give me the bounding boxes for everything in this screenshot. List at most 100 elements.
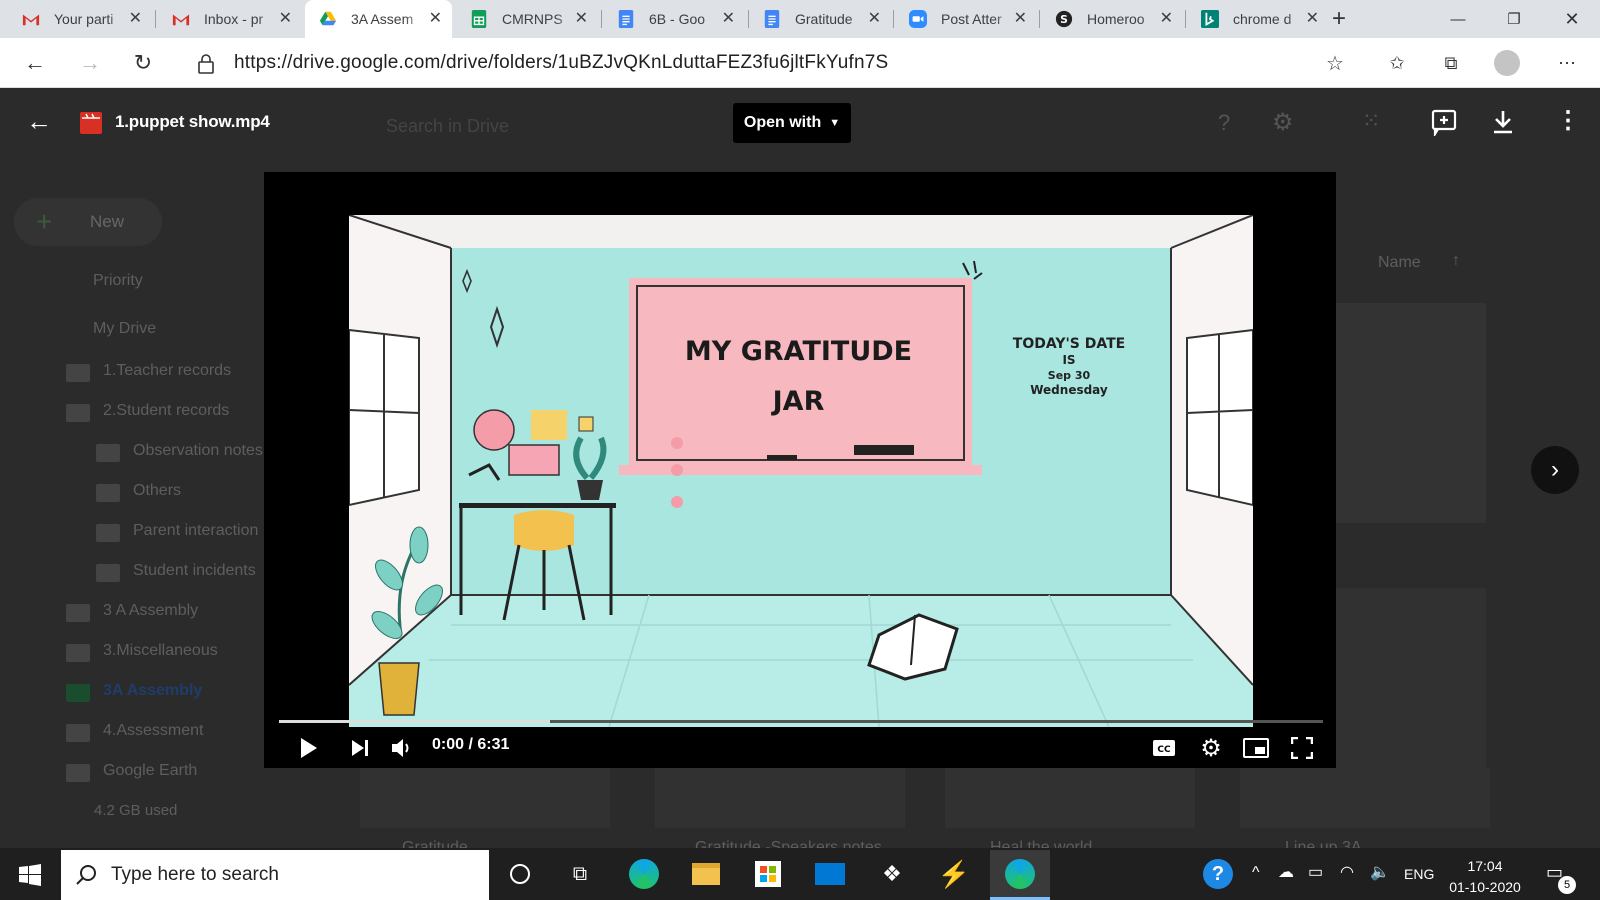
sidebar-item-teacher-records[interactable]: 1.Teacher records [103,362,231,380]
browser-tab[interactable]: Your parti ✕ [8,0,152,38]
tab-label: Gratitude [795,11,853,27]
sidebar-item-3a-assembly-shared[interactable]: 3 A Assembly [103,602,198,620]
close-tab-icon[interactable]: ✕ [722,10,735,28]
browser-tab[interactable]: Inbox - pr ✕ [158,0,302,38]
browser-tab[interactable]: Post Atter ✕ [895,0,1037,38]
profile-avatar[interactable] [1492,48,1522,78]
sidebar-item-assessment[interactable]: 4.Assessment [103,722,203,740]
browser-tab[interactable]: CMRNPS ✕ [456,0,598,38]
new-tab-button[interactable]: + [1320,0,1358,38]
close-tab-icon[interactable]: ✕ [1160,10,1173,28]
sidebar-item-3a-assembly[interactable]: 3A Assembly [103,682,202,700]
video-file-icon [80,112,102,134]
forward-arrow-icon[interactable]: → [75,48,105,78]
settings-gear-icon[interactable]: ⚙ [1196,733,1226,763]
sidebar-item-others[interactable]: Others [133,482,181,500]
dropbox-icon[interactable]: ❖ [874,856,910,892]
sidebar-item-student-incidents[interactable]: Student incidents [133,562,256,580]
sidebar-item-student-records[interactable]: 2.Student records [103,402,229,420]
clock-time: 17:04 [1467,858,1503,874]
browser-tab[interactable]: S Homeroo ✕ [1041,0,1183,38]
file-explorer-icon[interactable] [688,856,724,892]
collections-icon[interactable]: ⧉ [1436,48,1466,78]
tab-label: 3A Assem [351,11,414,27]
favorites-icon[interactable]: ✩ [1382,48,1412,78]
file-preview [1336,303,1486,523]
date-is: IS [1062,353,1076,367]
tab-label: 6B - Goo [649,11,706,27]
browser-tab[interactable]: chrome d ✕ [1187,0,1329,38]
sidebar-item-my-drive[interactable]: My Drive [93,320,156,338]
tab-label: Post Atter [941,11,1002,27]
onedrive-icon[interactable]: ☁ [1278,862,1294,882]
download-icon[interactable] [1490,108,1516,136]
sidebar-item-google-earth[interactable]: Google Earth [103,762,197,780]
windows-start-icon[interactable] [19,864,41,886]
captions-icon[interactable]: CC [1150,734,1178,762]
cortana-icon[interactable] [502,856,538,892]
new-button[interactable]: + New [14,198,162,246]
fullscreen-icon[interactable] [1288,734,1316,762]
sidebar-item-parent-interaction[interactable]: Parent interaction [133,522,258,540]
caret-down-icon: ▼ [829,117,841,129]
speaker-icon[interactable]: 🔈 [1370,862,1390,882]
gmail-icon [22,14,40,26]
language-indicator[interactable]: ENG [1404,866,1434,882]
arrow-up-icon[interactable]: ↑ [1452,252,1460,270]
more-menu-icon[interactable]: ⋯ [1552,48,1582,78]
browser-tab[interactable]: Gratitude ✕ [749,0,891,38]
tab-label: chrome d [1233,11,1292,27]
browser-tab-active[interactable]: 3A Assem ✕ [305,0,452,38]
next-file-arrow-icon[interactable]: › [1531,446,1579,494]
mail-icon[interactable] [812,856,848,892]
sidebar-item-miscellaneous[interactable]: 3.Miscellaneous [103,642,218,660]
url-field[interactable]: https://drive.google.com/drive/folders/1… [180,44,1360,82]
taskbar-search-box[interactable]: Type here to search [61,850,489,900]
gmail-icon [172,14,190,26]
close-tab-icon[interactable]: ✕ [1306,10,1319,28]
task-view-icon[interactable]: ⧉ [562,856,598,892]
clock[interactable]: 17:04 01-10-2020 [1440,856,1530,898]
close-tab-icon[interactable]: ✕ [868,10,881,28]
close-window-button[interactable]: ✕ [1544,0,1600,38]
browser-tab[interactable]: 6B - Goo ✕ [603,0,745,38]
svg-text:CC: CC [1157,745,1171,755]
back-arrow-icon[interactable]: ← [26,108,52,134]
sidebar-item-observation-notes[interactable]: Observation notes [133,442,263,460]
volume-icon[interactable] [388,734,416,762]
store-icon[interactable] [750,856,786,892]
close-tab-icon[interactable]: ✕ [429,10,442,28]
restore-button[interactable]: ❐ [1486,0,1542,38]
back-arrow-icon[interactable]: ← [20,48,50,78]
help-tray-icon[interactable]: ? [1203,859,1233,889]
video-scene-illustration [349,215,1253,727]
minimize-button[interactable]: — [1430,0,1486,38]
close-tab-icon[interactable]: ✕ [1014,10,1027,28]
close-tab-icon[interactable]: ✕ [575,10,588,28]
open-with-label: Open with [743,114,822,131]
s-circle-icon: S [1055,10,1073,28]
video-progress-bar[interactable] [279,720,1323,723]
close-tab-icon[interactable]: ✕ [279,10,292,28]
miniplayer-icon[interactable] [1242,734,1270,762]
wifi-icon[interactable]: ◠ [1340,862,1354,882]
play-icon[interactable] [294,734,322,762]
app-lightning-icon[interactable]: ⚡ [936,856,972,892]
chevron-up-icon[interactable]: ^ [1252,864,1260,882]
date-heading: TODAY'S DATE [1012,336,1126,352]
open-with-button[interactable]: Open with ▼ [733,103,851,143]
next-video-icon[interactable] [346,734,374,762]
video-title-line1: MY GRATITUDE [684,336,913,367]
sort-name-label[interactable]: Name [1378,254,1421,272]
gear-icon: ⚙ [1272,109,1294,136]
edge-icon[interactable] [626,856,662,892]
reload-icon[interactable]: ↻ [128,48,158,78]
close-tab-icon[interactable]: ✕ [129,10,142,28]
edge-active-icon[interactable] [990,850,1050,900]
more-vert-icon[interactable]: ⋮ [1556,108,1580,134]
date-weekday: Wednesday [1030,383,1108,397]
star-icon[interactable]: ☆ [1320,48,1350,78]
sidebar-item-priority[interactable]: Priority [93,272,143,290]
battery-icon[interactable]: ▭ [1308,862,1323,882]
add-comment-icon[interactable] [1430,108,1458,136]
